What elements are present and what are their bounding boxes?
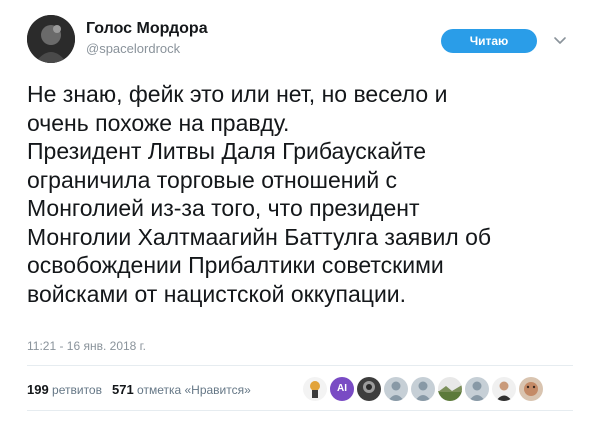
tweet-line: освобождении Прибалтики советскими [27,252,444,278]
tweet-line: Не знаю, фейк это или нет, но весело и [27,81,448,107]
divider [27,365,573,366]
divider [27,410,573,411]
tweet-card: Голос Мордора @spacelordrock Читаю Не зн… [0,0,600,422]
photo-avatar-icon[interactable] [356,376,382,402]
default-egg-avatar-icon[interactable] [464,376,490,402]
tweet-line: Монголией из-за того, что президент [27,195,420,221]
likes-count: 571 [111,382,134,397]
tweet-line: ограничила торговые отношений с [27,166,398,193]
default-egg-avatar-icon[interactable] [410,376,436,402]
likes-stat[interactable]: 571 отметка «Нравится» [111,382,251,397]
ai-avatar-icon[interactable]: AI [329,376,355,402]
tweet-stats: 199 ретвитов 571 отметка «Нравится» [27,382,251,397]
author-avatar[interactable] [27,15,75,63]
tweet-line: Президент Литвы Даля Грибаускайте [27,138,427,164]
author-name[interactable]: Голос Мордора [86,20,208,38]
person-avatar-icon[interactable] [491,376,517,402]
likes-label: отметка «Нравится» [137,383,251,397]
face-avatar-icon[interactable] [518,376,544,402]
chevron-down-icon[interactable] [552,32,568,48]
retweets-label: ретвитов [52,383,102,397]
tweet-line: войсками от нацистской оккупации. [27,280,407,307]
following-button[interactable]: Читаю [441,29,537,53]
character-avatar-icon[interactable] [302,376,328,402]
author-block: Голос Мордора @spacelordrock [86,20,208,56]
author-handle[interactable]: @spacelordrock [86,41,208,56]
tweet-text: Не знаю, фейк это или нет, но весело и о… [27,80,587,308]
landscape-avatar-icon[interactable] [437,376,463,402]
tweet-line: Монголии Халтмаагийн Баттулга заявил об [27,223,492,250]
retweets-stat[interactable]: 199 ретвитов [27,382,102,397]
tweet-timestamp[interactable]: 11:21 - 16 янв. 2018 г. [27,339,146,353]
tweet-line: очень похоже на правду. [27,109,290,136]
retweets-count: 199 [27,382,49,397]
default-egg-avatar-icon[interactable] [383,376,409,402]
